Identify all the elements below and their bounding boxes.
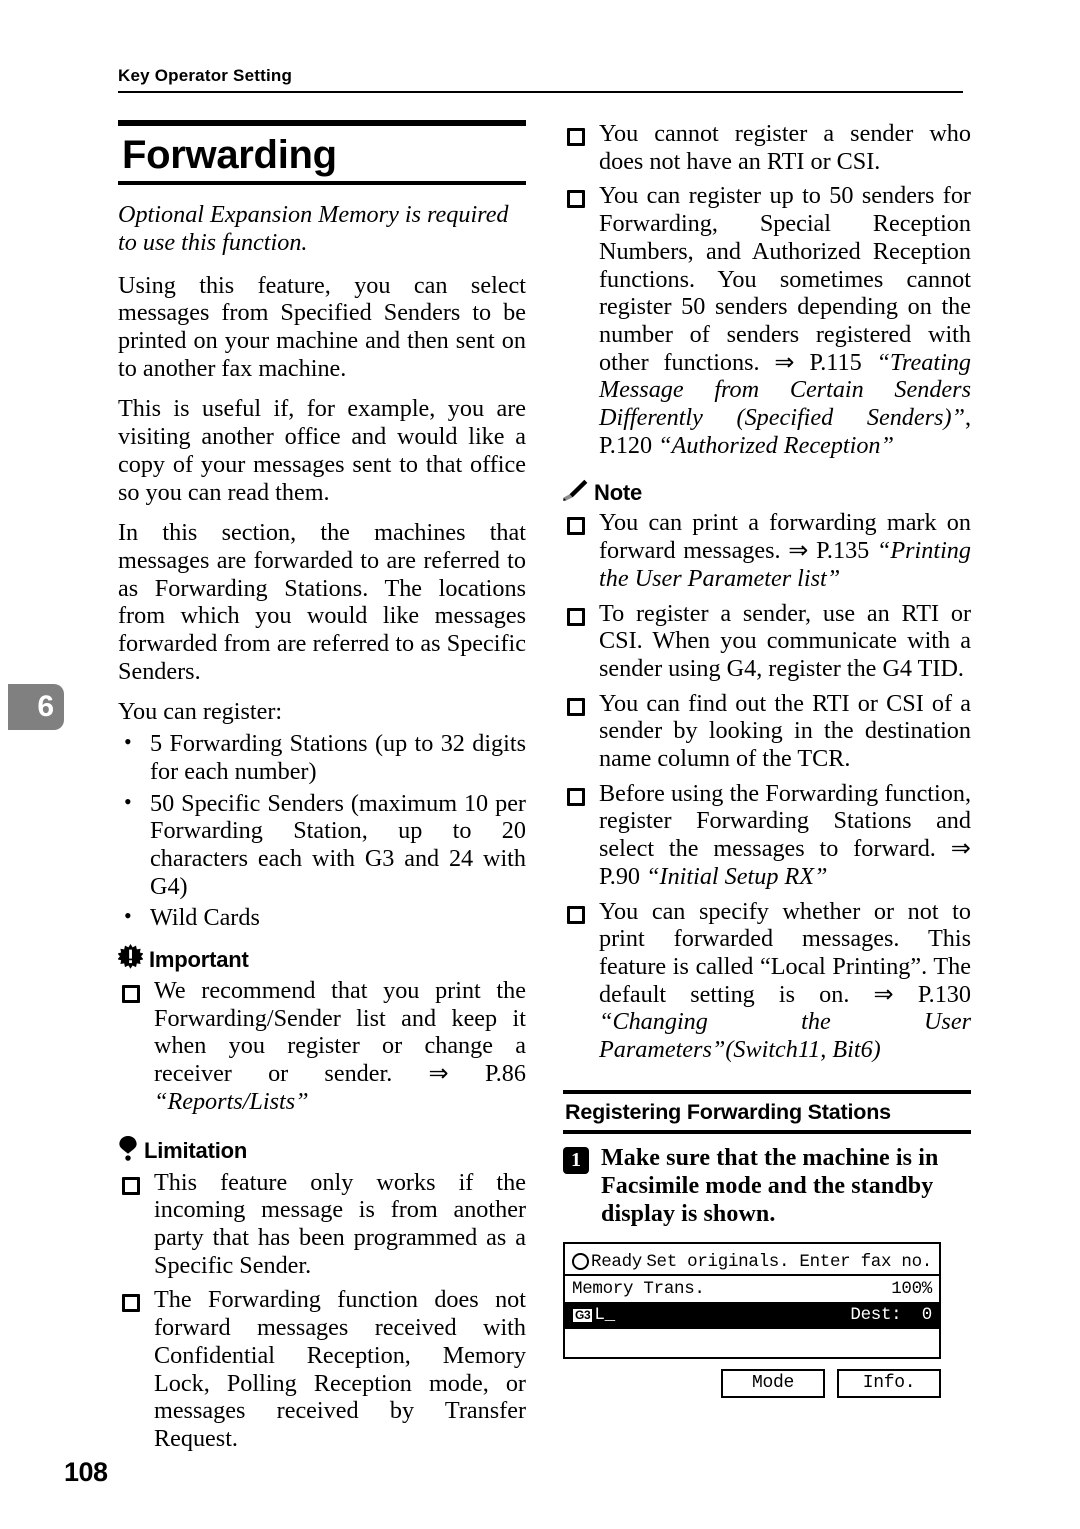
limitation-continued-list: You cannot register a sender who does no…	[563, 120, 971, 459]
lcd-entry-row: G3 L_ Dest: 0	[565, 1301, 939, 1329]
note-ref-page: P.90	[599, 862, 647, 890]
ready-circle-icon	[572, 1253, 589, 1271]
right-column: You cannot register a sender who does no…	[563, 120, 971, 1398]
lcd-status-text: Ready	[591, 1251, 643, 1272]
limitation-heading: Limitation	[118, 1135, 526, 1167]
chapter-title-block: Forwarding	[118, 120, 526, 186]
pencil-icon	[563, 479, 588, 507]
info-button[interactable]: Info.	[837, 1368, 941, 1398]
note-list: You can print a forwarding mark on forwa…	[563, 509, 971, 1063]
body-paragraph-2: This is useful if, for example, you are …	[118, 395, 526, 506]
list-item: We recommend that you print the Forwardi…	[118, 977, 526, 1116]
note-label: Note	[594, 480, 643, 506]
lcd-dest-field: Dest: 0	[850, 1305, 932, 1325]
lcd-blank-row	[565, 1329, 939, 1357]
limitation-label: Limitation	[144, 1138, 248, 1164]
register-lead-text: You can register:	[118, 698, 283, 726]
lcd-line-field: G3 L_	[572, 1305, 615, 1325]
lcd-dest-value: 0	[921, 1305, 933, 1326]
burst-exclamation-icon	[117, 944, 144, 975]
procedure-step-1: 1 Make sure that the machine is in Facsi…	[563, 1144, 971, 1228]
body-paragraph-1: Using this feature, you can select messa…	[118, 271, 526, 382]
lcd-mode-label: Memory Trans.	[572, 1278, 705, 1299]
list-item: You cannot register a sender who does no…	[563, 120, 971, 175]
lcd-mode-row: Memory Trans. 100%	[565, 1276, 939, 1302]
arrow-glyph: ⇒	[774, 348, 795, 376]
lcd-soft-key-row: Mode Info.	[563, 1368, 941, 1398]
list-item: To register a sender, use an RTI or CSI.…	[563, 600, 971, 683]
arrow-glyph: ⇒	[788, 537, 809, 565]
list-item: Before using the Forwarding function, re…	[563, 780, 971, 891]
header-rule	[118, 91, 963, 94]
note-ref-suffix: (Switch11, Bit6)	[725, 1036, 881, 1064]
note-item-text: Before using the Forwarding function, re…	[599, 779, 971, 863]
chapter-tab: 6	[8, 684, 64, 730]
lcd-line-suffix: L	[594, 1305, 605, 1326]
list-item: 5 Forwarding Stations (up to 32 digits f…	[118, 729, 526, 785]
lcd-cursor: _	[604, 1305, 616, 1326]
note-ref-page: P.130	[893, 980, 971, 1008]
left-column: Forwarding Optional Expansion Memory is …	[117, 120, 526, 1455]
chapter-title: Forwarding	[122, 133, 337, 177]
subsection-title: Registering Forwarding Stations	[565, 1099, 891, 1124]
chapter-title-rule-bottom	[118, 181, 526, 186]
list-item: 50 Specific Senders (maximum 10 per Forw…	[118, 789, 526, 901]
list-item: The Forwarding function does not forward…	[118, 1286, 526, 1452]
important-item-ref-page: P.86	[448, 1060, 526, 1088]
note-heading: Note	[563, 479, 971, 507]
list-item: You can print a forwarding mark on forwa…	[563, 509, 971, 592]
arrow-glyph: ⇒	[428, 1060, 449, 1088]
chapter-number: 6	[37, 690, 54, 723]
step-instruction-text: Make sure that the machine is in Facsimi…	[601, 1144, 939, 1227]
mode-button[interactable]: Mode	[721, 1368, 825, 1398]
lcd-dest-label: Dest:	[850, 1305, 902, 1326]
exclamation-balloon-icon	[118, 1135, 138, 1167]
limitation-ref-page: P.115	[794, 348, 877, 376]
limitation-item-text: You can register up to 50 senders for Fo…	[599, 182, 971, 376]
g3-line-badge: G3	[572, 1308, 594, 1324]
arrow-glyph: ⇒	[873, 980, 894, 1008]
note-ref-title: “Initial Setup RX”	[646, 862, 828, 890]
page-number: 108	[64, 1457, 108, 1487]
list-item: This feature only works if the incoming …	[118, 1169, 526, 1280]
list-item: Wild Cards	[118, 903, 526, 932]
lcd-status-row: Ready Set originals. Enter fax no.	[565, 1250, 939, 1276]
lcd-screen: Ready Set originals. Enter fax no. Memory…	[563, 1241, 941, 1359]
intro-italic-note: Optional Expansion Memory is required to…	[118, 201, 509, 256]
step-number-badge: 1	[563, 1146, 589, 1174]
page-header: Key Operator Setting	[118, 66, 963, 94]
note-ref-page: P.135	[808, 537, 877, 565]
body-paragraph-3: In this section, the machines that messa…	[118, 519, 526, 685]
important-heading: Important	[117, 944, 526, 975]
list-item: You can specify whether or not to print …	[563, 898, 971, 1064]
lcd-memory-percent: 100%	[891, 1278, 932, 1299]
important-label: Important	[149, 946, 249, 972]
subsection-title-block: Registering Forwarding Stations	[563, 1089, 971, 1134]
list-item: You can register up to 50 senders for Fo…	[563, 182, 971, 459]
arrow-glyph: ⇒	[950, 835, 971, 863]
running-head: Key Operator Setting	[118, 66, 293, 85]
important-list: We recommend that you print the Forwardi…	[118, 977, 526, 1116]
important-item-ref-title: “Reports/Lists”	[154, 1087, 309, 1115]
limitation-ref-title-2: “Authorized Reception”	[658, 431, 894, 459]
list-item: You can find out the RTI or CSI of a sen…	[563, 690, 971, 773]
lcd-standby-display-figure: Ready Set originals. Enter fax no. Memory…	[563, 1241, 971, 1398]
register-bullet-list: 5 Forwarding Stations (up to 32 digits f…	[118, 729, 526, 932]
limitation-list: This feature only works if the incoming …	[118, 1169, 526, 1453]
subsection-rule-bottom	[563, 1129, 971, 1134]
lcd-prompt-text: Set originals. Enter fax no.	[646, 1251, 932, 1272]
